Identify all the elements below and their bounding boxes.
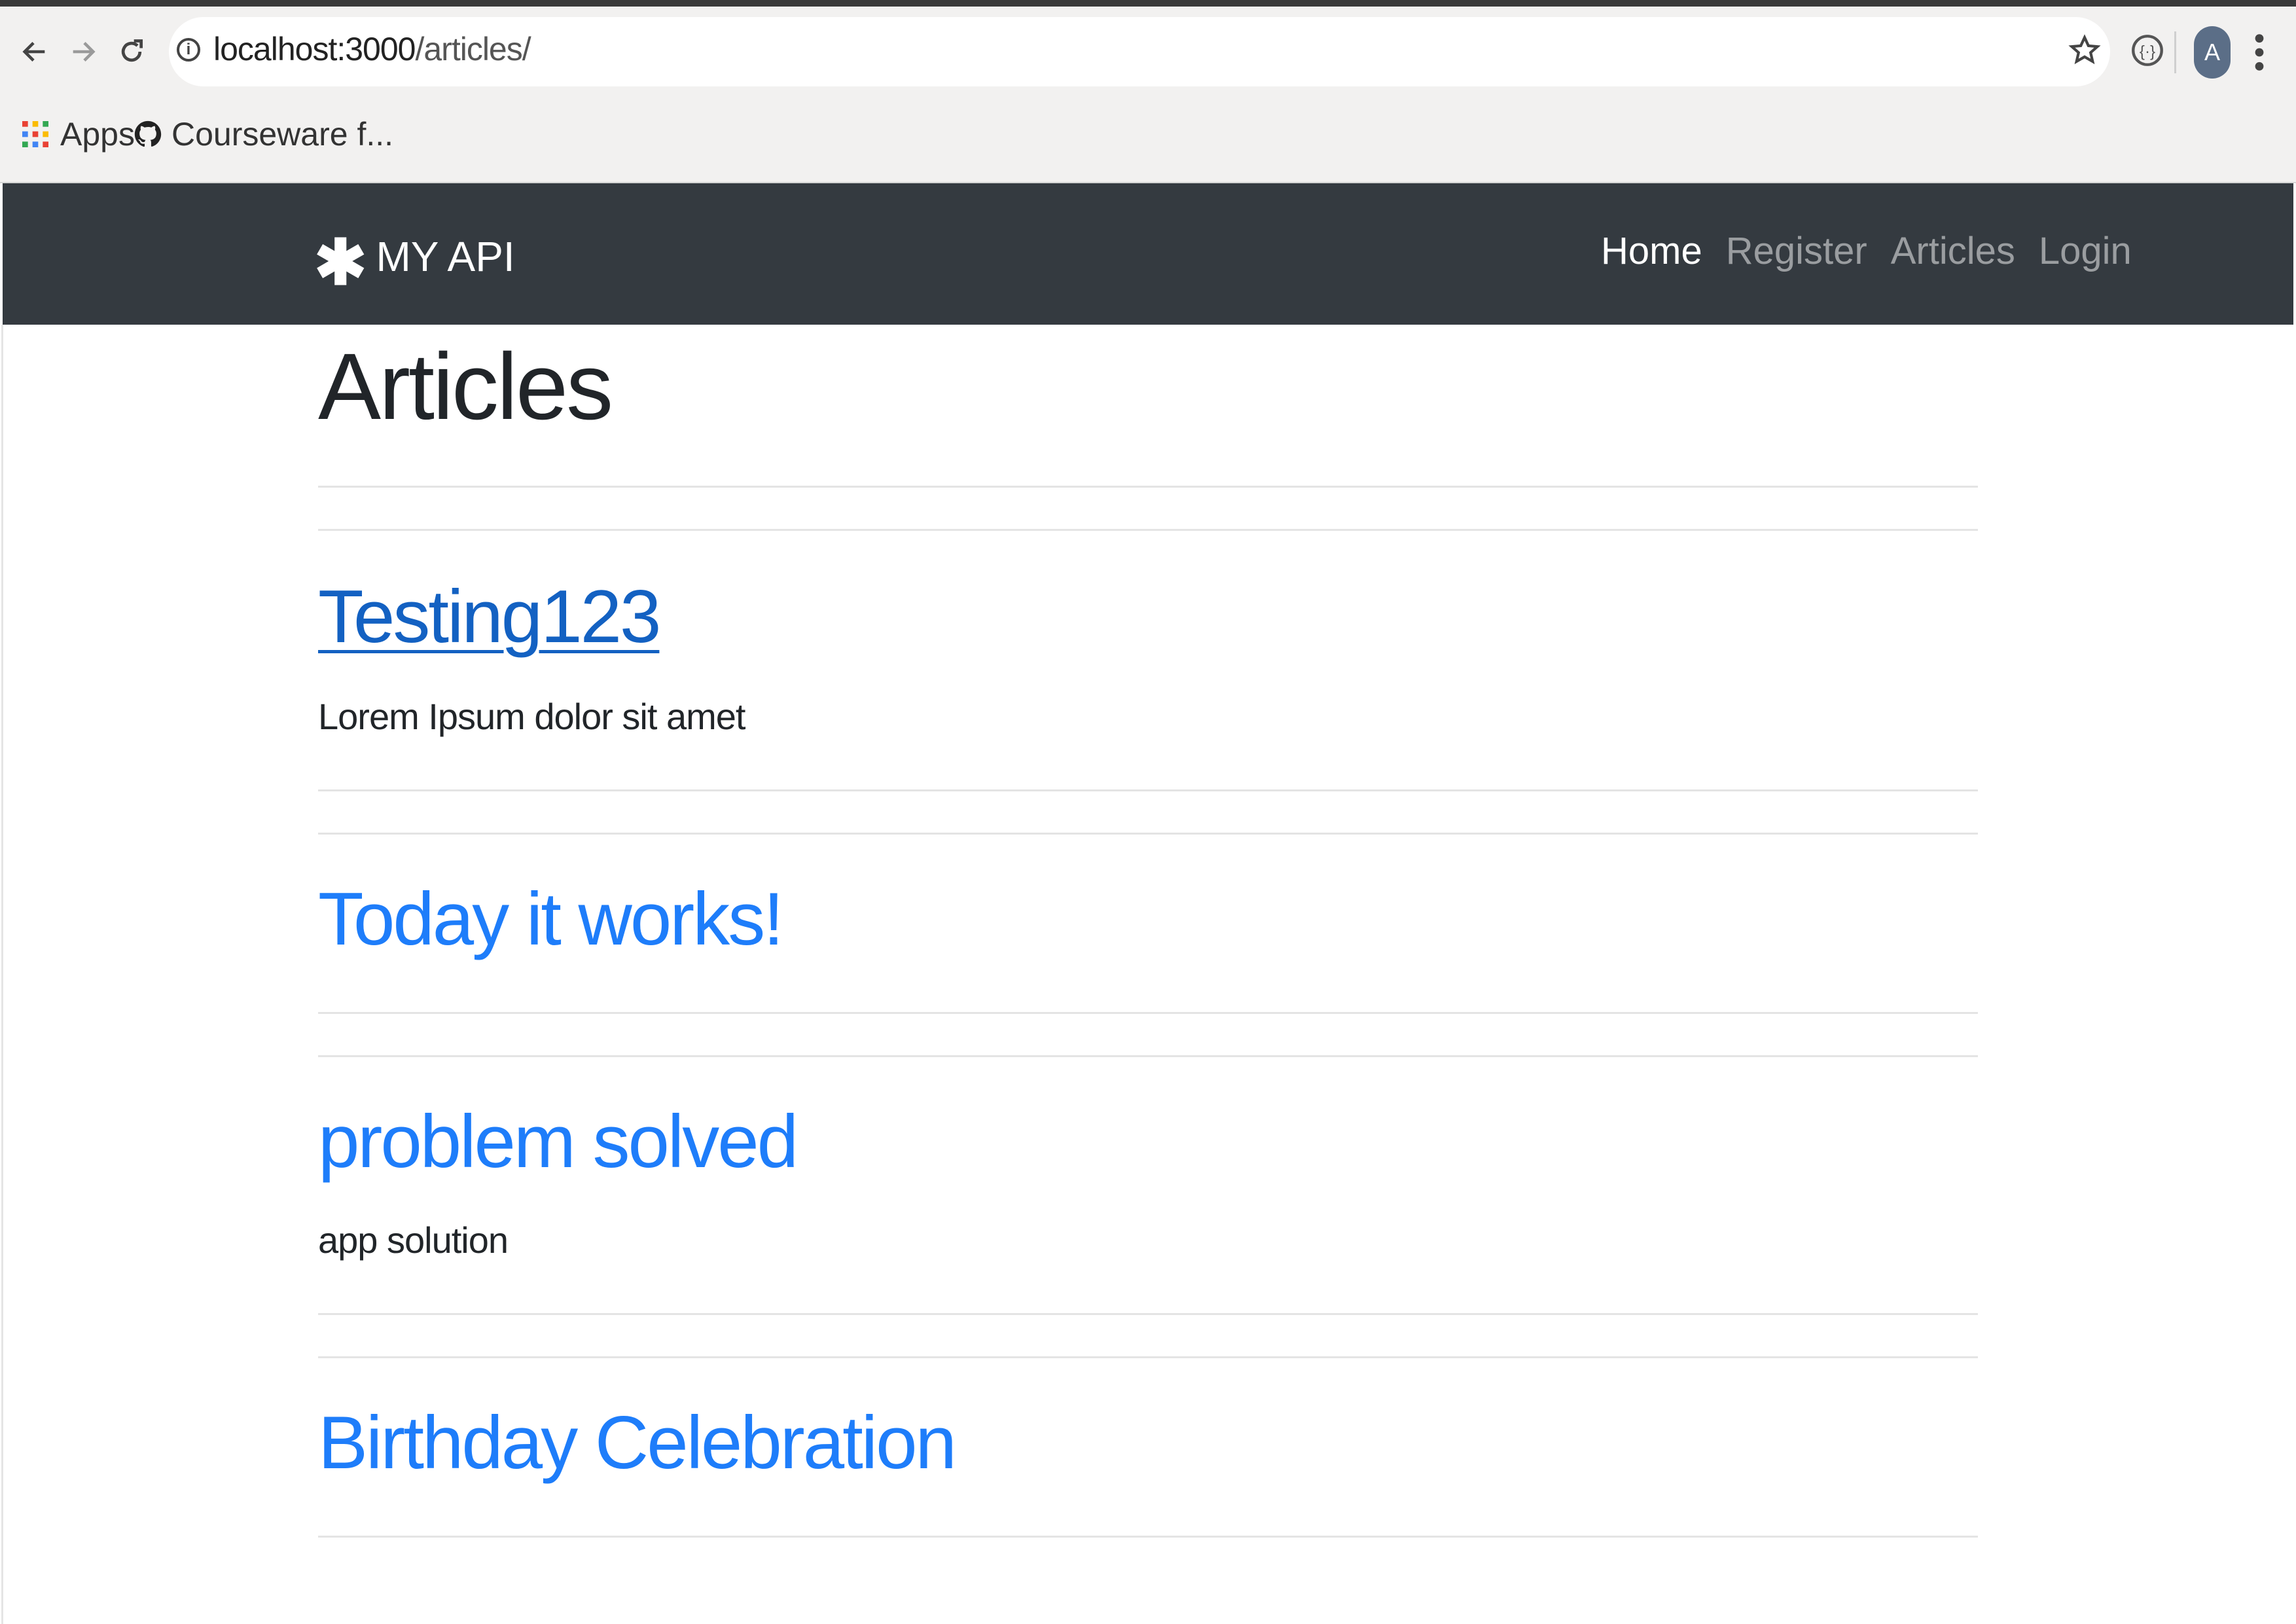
page-title: Articles <box>318 334 613 439</box>
article-body: app solution <box>318 1219 509 1261</box>
url-host: localhost:3000 <box>213 31 416 67</box>
asterisk-icon: ✱ <box>314 228 367 298</box>
profile-avatar[interactable]: A <box>2194 26 2231 79</box>
divider <box>318 833 1978 835</box>
apps-grid-icon <box>22 121 48 147</box>
reload-icon <box>121 39 143 62</box>
bookmark-courseware[interactable]: Courseware f... <box>134 115 393 153</box>
navbar-links: Home Register Articles Login <box>1601 229 2132 273</box>
nav-register[interactable]: Register <box>1726 229 1867 273</box>
arrow-left-icon <box>22 41 45 62</box>
url-path: /articles/ <box>415 31 531 67</box>
nav-login[interactable]: Login <box>2039 229 2132 273</box>
divider <box>318 1356 1978 1358</box>
article-title-link[interactable]: problem solved <box>318 1101 798 1183</box>
article-body: Lorem Ipsum dolor sit amet <box>318 696 745 737</box>
brand-label: MY API <box>376 233 515 280</box>
divider <box>318 1012 1978 1014</box>
divider <box>318 486 1978 488</box>
extension-icon[interactable]: {·} <box>2128 31 2166 73</box>
article-title-link[interactable]: Testing123 <box>318 576 661 659</box>
url-text[interactable]: localhost:3000/articles/ <box>213 30 531 68</box>
nav-home[interactable]: Home <box>1601 229 1702 273</box>
toolbar-divider <box>2174 31 2176 73</box>
arrow-right-icon <box>73 41 96 62</box>
divider <box>318 1055 1978 1057</box>
bookmark-apps-label: Apps <box>60 116 135 153</box>
article-title-link[interactable]: Today it works! <box>318 878 784 961</box>
divider <box>318 1313 1978 1315</box>
divider <box>318 529 1978 531</box>
bookmark-courseware-label: Courseware f... <box>171 116 394 153</box>
bookmark-apps[interactable]: Apps <box>22 115 135 153</box>
svg-text:{·}: {·} <box>2140 43 2155 61</box>
github-icon <box>134 120 162 147</box>
site-info-icon[interactable]: i <box>177 38 200 62</box>
profile-initial: A <box>2204 39 2220 65</box>
forward-button[interactable] <box>58 26 109 77</box>
nav-articles[interactable]: Articles <box>1891 229 2015 273</box>
bookmark-star-icon[interactable] <box>2068 34 2101 70</box>
navbar-brand[interactable]: ✱ MY API <box>314 225 515 295</box>
article-title-link[interactable]: Birthday Celebration <box>318 1402 957 1485</box>
reload-button[interactable] <box>106 26 157 77</box>
kebab-menu-icon[interactable] <box>2251 31 2267 77</box>
back-button[interactable] <box>9 26 60 77</box>
page-left-border <box>1 325 3 1624</box>
divider <box>318 789 1978 791</box>
divider <box>318 1536 1978 1538</box>
